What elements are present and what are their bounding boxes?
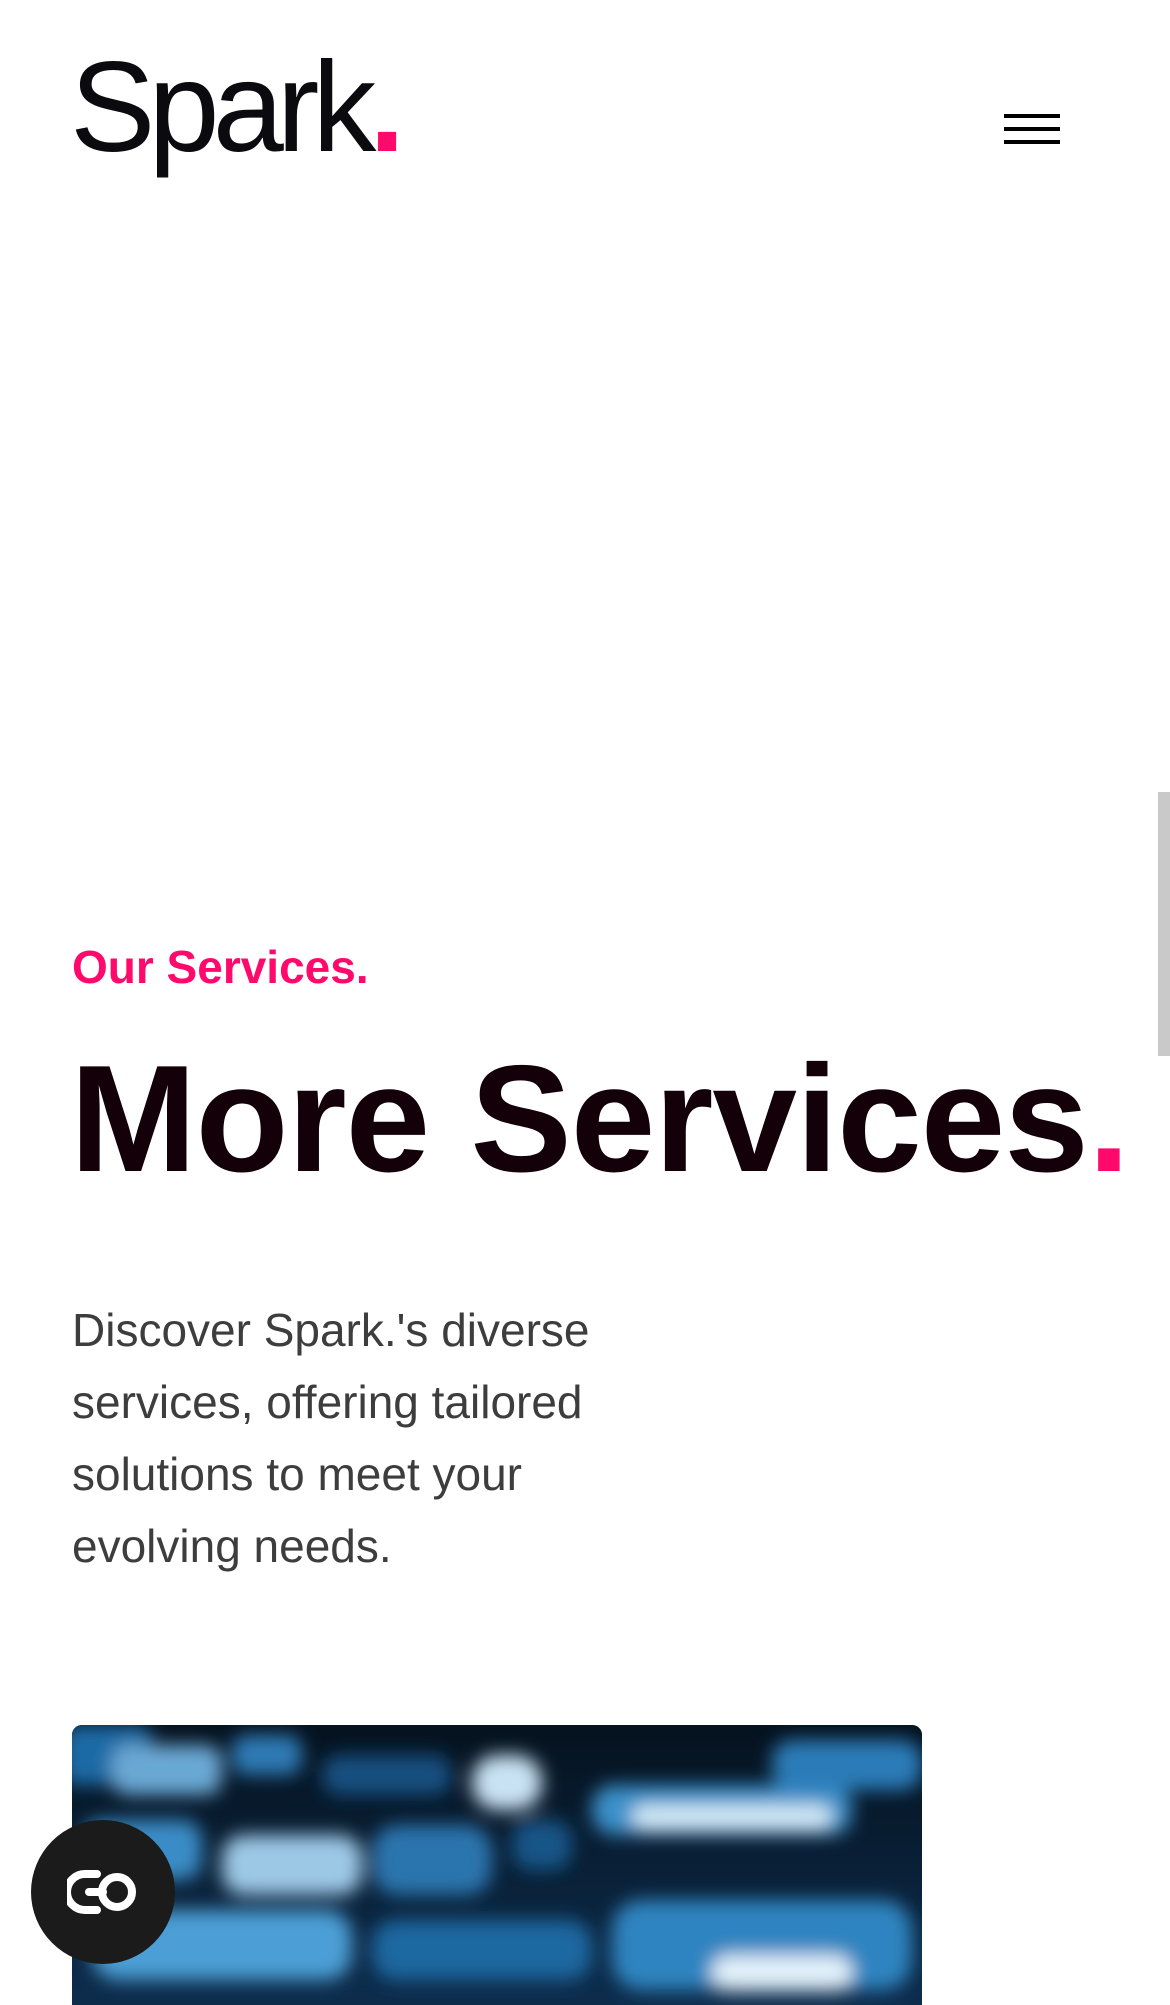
logo-text: Spark <box>70 36 376 179</box>
section-title-text: More Services <box>70 1034 1089 1204</box>
service-feature-image <box>72 1725 922 2005</box>
hamburger-icon <box>1004 114 1060 118</box>
chat-widget-button[interactable] <box>31 1820 175 1964</box>
logo-dot: . <box>369 36 404 179</box>
blurred-keyboard-image <box>72 1725 922 2005</box>
section-title: More Services. <box>70 1034 1130 1204</box>
section-title-dot: . <box>1087 1034 1130 1204</box>
hamburger-menu-button[interactable] <box>1004 110 1062 152</box>
spark-logo[interactable]: Spark. <box>70 44 405 172</box>
section-eyebrow: Our Services. <box>72 941 369 993</box>
chat-widget-icon <box>67 1870 136 1914</box>
site-header: Spark. <box>0 0 1170 200</box>
section-description: Discover Spark.'s diverse services, offe… <box>72 1304 590 1572</box>
scroll-indicator[interactable] <box>1158 792 1170 1056</box>
